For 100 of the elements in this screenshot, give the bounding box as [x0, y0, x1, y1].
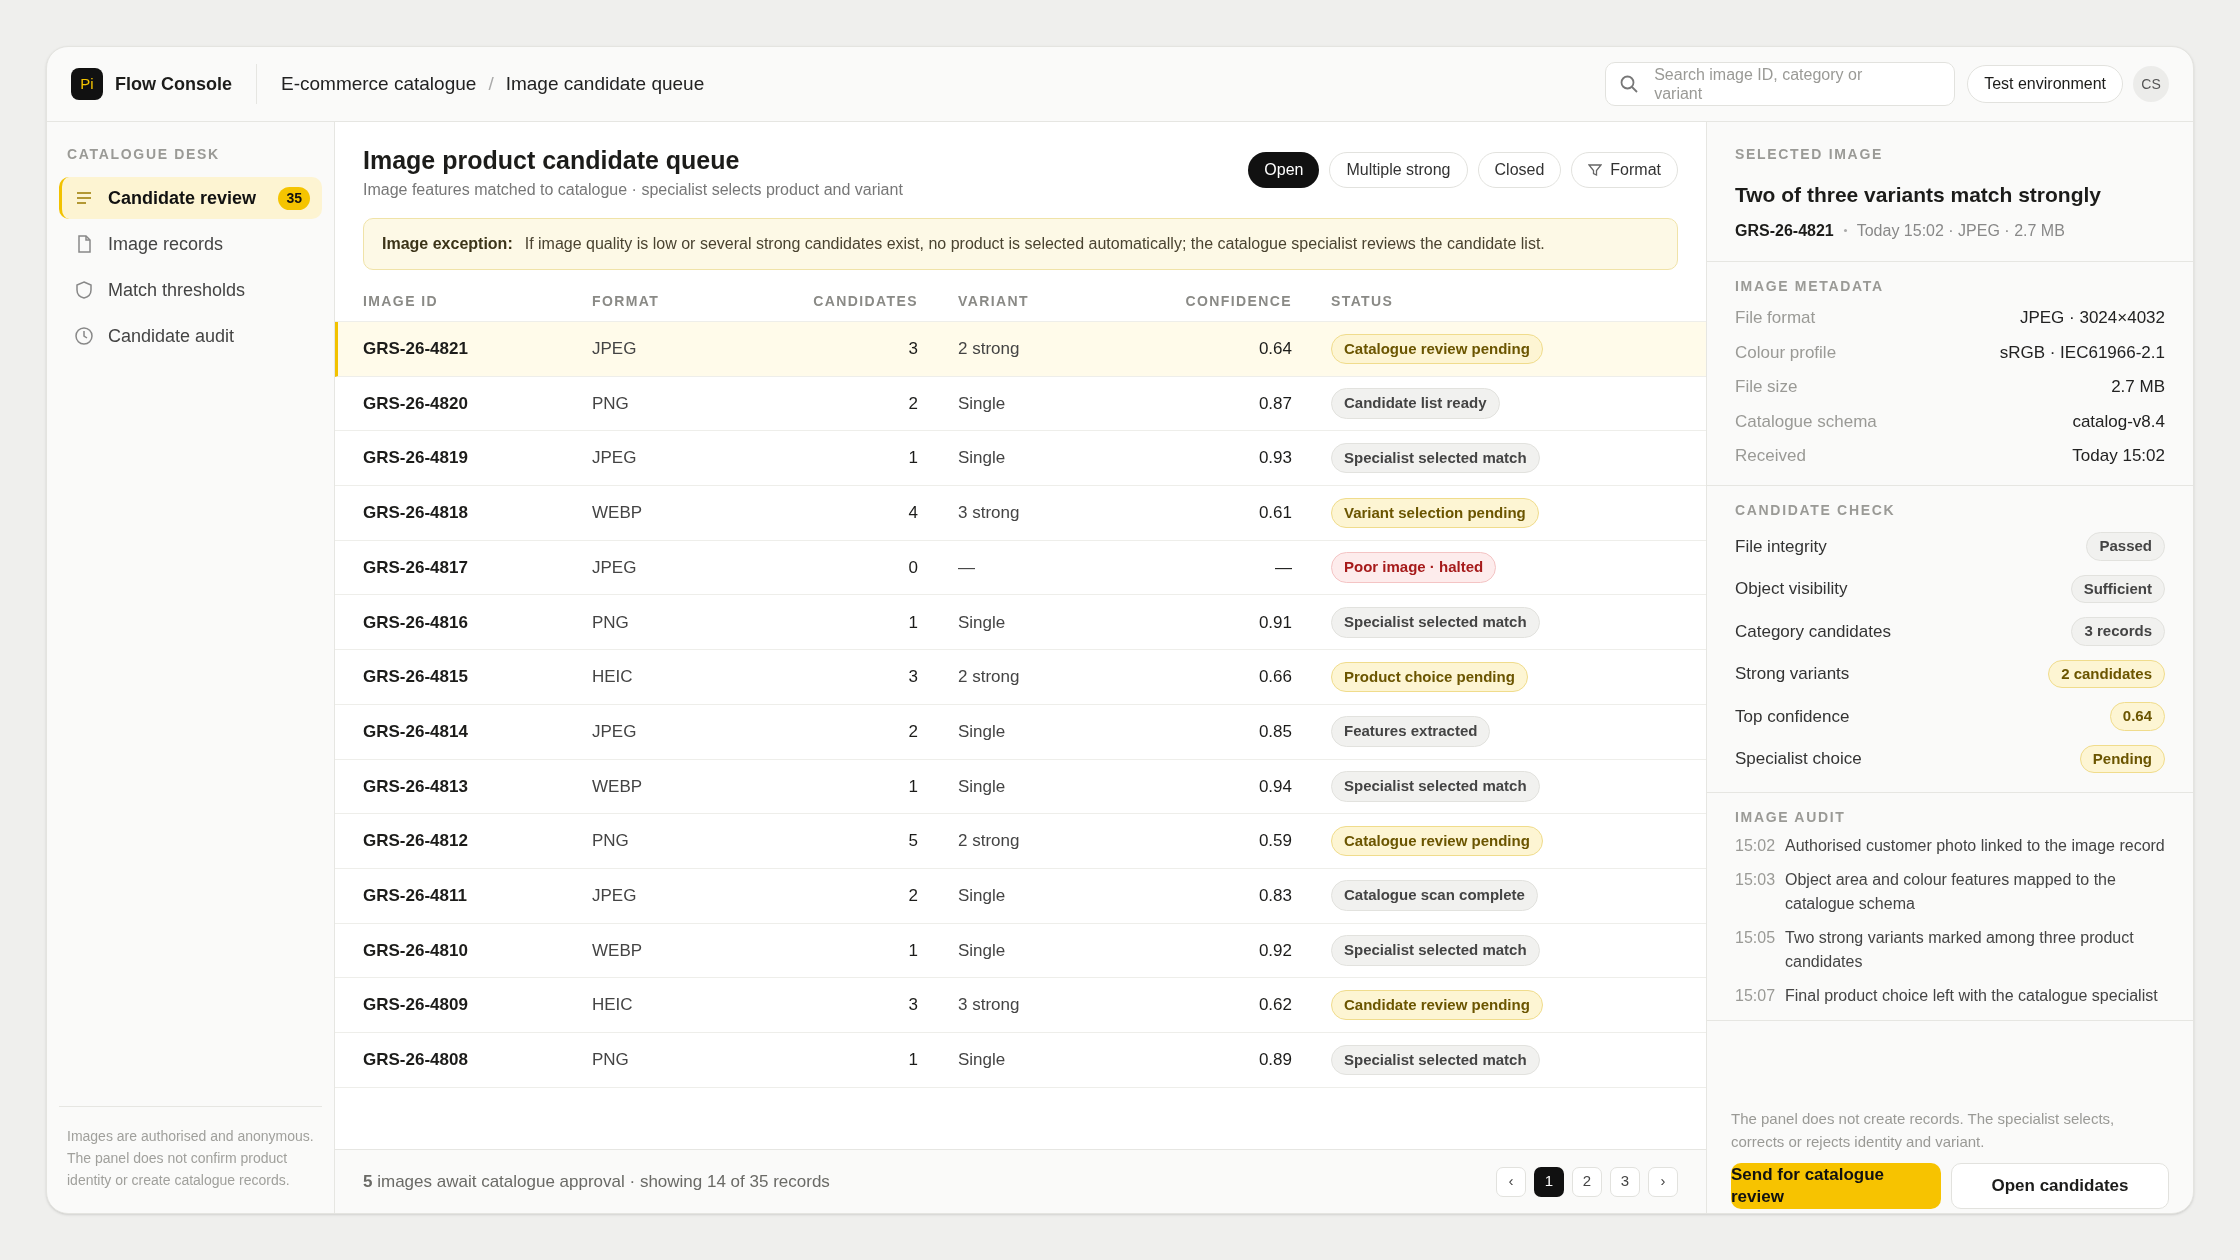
metadata-value: sRGB · IEC61966-2.1	[1999, 341, 2165, 364]
section-heading: IMAGE AUDIT	[1735, 808, 1847, 827]
image-id-cell-text: GRS-26-4812	[363, 830, 469, 853]
candidates-cell-text: 1	[907, 1049, 918, 1072]
variant-cell-text: Single	[957, 720, 1007, 743]
audit-text: Two strong variants marked among three product candidates	[1785, 928, 2135, 972]
audit-time: 15:07	[1735, 986, 1773, 1006]
format-cell-text: JPEG	[592, 338, 638, 361]
search-field[interactable]: Search image ID, category or variant	[1605, 62, 1956, 106]
check-badge: Sufficient	[2070, 574, 2165, 603]
column-header: FORMAT	[592, 292, 661, 311]
column-header: STATUS	[1330, 292, 1395, 311]
image-id-cell-text: GRS-26-4821	[363, 338, 469, 361]
table-row[interactable]: GRS-26-4814 JPEG 2 Single 0.85 Features extracted	[335, 704, 1706, 760]
table-row[interactable]: GRS-26-4817 JPEG 0 — — Poor image · halted	[335, 540, 1706, 596]
send-for-review-button[interactable]: Send for catalogue review	[1731, 1163, 1941, 1209]
user-avatar[interactable]: CS	[2133, 66, 2169, 102]
check-badge: 2 candidates	[2048, 659, 2165, 688]
image-id-cell-text: GRS-26-4820	[363, 392, 469, 415]
table-row[interactable]: GRS-26-4821 JPEG 3 2 strong 0.64 Catalogue review pending	[335, 322, 1706, 377]
audit-text: Authorised customer photo linked to the image record	[1785, 836, 2165, 856]
sidebar-item[interactable]: Image records	[59, 223, 322, 265]
column-header: VARIANT	[957, 292, 1030, 311]
table-row[interactable]: GRS-26-4819 JPEG 1 Single 0.93 Specialist selected match	[335, 431, 1706, 487]
audit-text: Object area and colour features mapped to the catalogue schema	[1785, 870, 2117, 914]
breadcrumb-link[interactable]: Image candidate queue	[505, 69, 705, 99]
status-badge: Specialist selected match	[1331, 607, 1540, 638]
image-id-cell-text: GRS-26-4815	[363, 666, 469, 689]
confidence-cell-text: 0.91	[1257, 611, 1292, 634]
table-row[interactable]: GRS-26-4809 HEIC 3 3 strong 0.62 Candidate review pending	[335, 978, 1706, 1033]
confidence-cell-text: 0.93	[1257, 447, 1292, 470]
check-label: Strong variants	[1735, 663, 1850, 685]
check-badge: Passed	[2086, 532, 2165, 561]
pagination-button[interactable]: 2	[1572, 1166, 1602, 1197]
candidates-cell-text: 1	[907, 775, 918, 798]
variant-cell-text: Single	[957, 392, 1007, 415]
status-badge: Candidate list ready	[1331, 388, 1500, 419]
column-header: IMAGE ID	[363, 292, 439, 311]
filter-icon	[1588, 163, 1603, 177]
format-cell-text: WEBP	[592, 502, 644, 525]
format-cell-text: JPEG	[592, 720, 638, 743]
pagination-button[interactable]: 1	[1534, 1166, 1564, 1197]
variant-cell-text: 2 strong	[957, 338, 1021, 361]
sidebar-item[interactable]: Candidate review 35	[59, 177, 322, 219]
open-candidates-button[interactable]: Open candidates	[1951, 1163, 2169, 1209]
table-row[interactable]: GRS-26-4816 PNG 1 Single 0.91 Specialist selected match	[335, 595, 1706, 651]
image-id-cell-text: GRS-26-4813	[363, 775, 469, 798]
filter-chip[interactable]: Format	[1571, 152, 1678, 188]
breadcrumb-separator: /	[488, 71, 494, 96]
confidence-cell-text: —	[1274, 556, 1292, 579]
metadata-label: Colour profile	[1735, 341, 1837, 364]
table-row[interactable]: GRS-26-4810 WEBP 1 Single 0.92 Specialist selected match	[335, 923, 1706, 979]
table-row[interactable]: GRS-26-4812 PNG 5 2 strong 0.59 Catalogue review pending	[335, 814, 1706, 869]
variant-cell-text: Single	[957, 1049, 1007, 1072]
format-cell-text: PNG	[592, 392, 630, 415]
sidebar-item[interactable]: Candidate audit	[59, 315, 322, 357]
status-badge: Specialist selected match	[1331, 442, 1540, 474]
detail-title: Two of three variants match strongly	[1735, 182, 2102, 208]
check-badge: 3 records	[2071, 617, 2165, 646]
table-row[interactable]: GRS-26-4820 PNG 2 Single 0.87 Candidate list ready	[335, 376, 1706, 432]
candidates-cell-text: 4	[907, 502, 918, 525]
count-badge: 35	[278, 186, 310, 210]
check-label: Top confidence	[1735, 705, 1850, 728]
table-row[interactable]: GRS-26-4813 WEBP 1 Single 0.94 Specialist selected match	[335, 759, 1706, 815]
filter-chip[interactable]: Closed	[1477, 152, 1562, 188]
check-badge: 0.64	[2109, 702, 2165, 731]
confidence-cell-text: 0.61	[1257, 502, 1292, 525]
pagination-button[interactable]: ›	[1648, 1166, 1678, 1197]
table-row[interactable]: GRS-26-4815 HEIC 3 2 strong 0.66 Product choice pending	[335, 650, 1706, 705]
variant-cell-text: Single	[957, 775, 1007, 798]
metadata-value: 2.7 MB	[2111, 376, 2165, 398]
page-subtitle: Image features matched to catalogue · specialist selects product and variant	[363, 180, 904, 200]
pagination-button[interactable]: ‹	[1496, 1166, 1526, 1197]
image-id-cell-text: GRS-26-4816	[363, 611, 469, 634]
filter-chip[interactable]: Multiple strong	[1329, 152, 1468, 188]
status-badge: Catalogue scan complete	[1331, 880, 1538, 911]
pagination-button[interactable]: 3	[1610, 1166, 1640, 1197]
variant-cell-text: 2 strong	[957, 830, 1021, 853]
filter-chip[interactable]: Open	[1248, 152, 1320, 188]
candidates-cell-text: 5	[907, 830, 918, 853]
alert-text: If image quality is low or several strong candidates exist, no product is selected automatically; the catalogue specialist reviews the candidate list.	[524, 234, 1545, 254]
image-id-cell-text: GRS-26-4814	[363, 720, 469, 743]
environment-badge[interactable]: Test environment	[1967, 65, 2123, 103]
table-row[interactable]: GRS-26-4808 PNG 1 Single 0.89 Specialist selected match	[335, 1032, 1706, 1088]
candidates-cell-text: 1	[907, 939, 918, 962]
confidence-cell-text: 0.87	[1257, 392, 1292, 415]
check-label: Specialist choice	[1735, 748, 1862, 770]
metadata-label: File size	[1735, 376, 1798, 398]
confidence-cell-text: 0.59	[1257, 830, 1292, 853]
breadcrumb-link[interactable]: E-commerce catalogue	[281, 69, 477, 99]
table-row[interactable]: GRS-26-4811 JPEG 2 Single 0.83 Catalogue scan complete	[335, 868, 1706, 924]
sidebar-item[interactable]: Match thresholds	[59, 269, 322, 311]
status-badge: Catalogue review pending	[1331, 333, 1543, 365]
confidence-cell-text: 0.92	[1257, 939, 1292, 962]
status-badge: Catalogue review pending	[1331, 825, 1543, 857]
confidence-cell-text: 0.62	[1257, 994, 1292, 1017]
section-heading: CANDIDATE CHECK	[1735, 501, 1897, 520]
status-badge: Features extracted	[1331, 716, 1491, 747]
table-row[interactable]: GRS-26-4818 WEBP 4 3 strong 0.61 Variant selection pending	[335, 486, 1706, 541]
audit-time: 15:02	[1735, 836, 1773, 856]
